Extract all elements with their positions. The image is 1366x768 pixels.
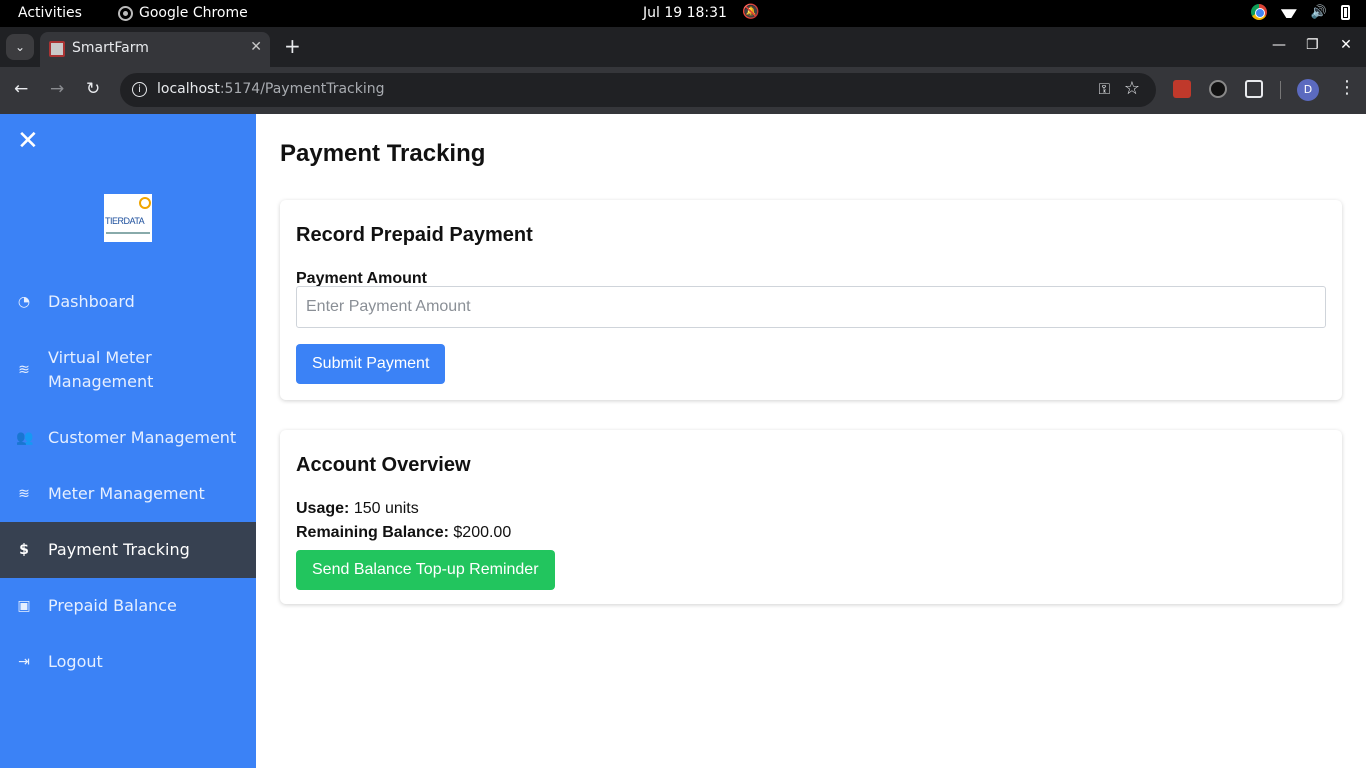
- profile-avatar[interactable]: D: [1297, 79, 1319, 101]
- app-name: Google Chrome: [139, 5, 248, 21]
- sidebar-item-virtual-meter-management[interactable]: ≋ Virtual Meter Management: [0, 346, 256, 394]
- toolbar-divider: [1280, 81, 1281, 99]
- site-info-icon[interactable]: i: [132, 82, 147, 97]
- dashboard-gauge-icon: ◔: [17, 294, 31, 310]
- main-content: Payment Tracking Record Prepaid Payment …: [256, 114, 1366, 768]
- sign-out-icon: ⇥: [18, 654, 30, 670]
- sidebar-item-logout[interactable]: ⇥ Logout: [0, 650, 256, 674]
- waves-icon: ≋: [18, 486, 30, 502]
- browser-tab-smartfarm[interactable]: SmartFarm ✕: [40, 32, 270, 67]
- sidebar-item-label: Virtual Meter: [48, 348, 152, 367]
- extension-red-icon[interactable]: [1173, 80, 1191, 98]
- sidebar-close-icon[interactable]: ✕: [17, 128, 39, 154]
- volume-icon: 🔊: [1310, 4, 1327, 20]
- app-menu[interactable]: Google Chrome: [118, 5, 248, 21]
- account-overview-card: Account Overview Usage: 150 units Remain…: [280, 430, 1342, 604]
- reload-icon[interactable]: ↻: [86, 79, 100, 99]
- back-arrow-icon[interactable]: ←: [14, 79, 28, 99]
- extensions-puzzle-icon[interactable]: [1245, 80, 1263, 98]
- browser-tab-strip: ⌄ SmartFarm ✕ + — ❐ ✕: [0, 27, 1366, 67]
- logo-text: TIERDATA: [105, 216, 145, 226]
- chrome-app-icon: [118, 5, 133, 21]
- sidebar-item-label: Payment Tracking: [48, 540, 190, 559]
- card-heading: Record Prepaid Payment: [296, 224, 533, 246]
- users-icon: 👥: [16, 430, 34, 446]
- sidebar-item-dashboard[interactable]: ◔ Dashboard: [0, 290, 256, 314]
- card-heading: Account Overview: [296, 454, 471, 476]
- sidebar-item-prepaid-balance[interactable]: ▣ Prepaid Balance: [0, 594, 256, 618]
- chrome-menu-icon[interactable]: ⋮: [1338, 77, 1356, 98]
- sidebar-item-meter-management[interactable]: ≋ Meter Management: [0, 482, 256, 506]
- remaining-balance-label: Remaining Balance:: [296, 524, 449, 541]
- sidebar-item-label: Prepaid Balance: [48, 596, 177, 615]
- url-text[interactable]: localhost:5174/PaymentTracking: [157, 81, 384, 97]
- bookmark-star-icon[interactable]: ☆: [1124, 78, 1140, 99]
- wifi-icon: [1281, 6, 1297, 18]
- sidebar-item-payment-tracking[interactable]: $ Payment Tracking: [0, 522, 256, 578]
- system-top-bar: Activities Google Chrome Jul 19 18:31 🔕 …: [0, 0, 1366, 27]
- logo-emblem: [139, 197, 151, 209]
- sidebar: ✕ TIERDATA ◔ Dashboard ≋ Virtual Meter M…: [0, 114, 256, 768]
- tierdata-logo: TIERDATA: [104, 194, 152, 242]
- waves-icon: ≋: [18, 362, 30, 378]
- submit-payment-button[interactable]: Submit Payment: [296, 344, 446, 384]
- remaining-balance-value: $200.00: [453, 524, 512, 541]
- tab-search-button[interactable]: ⌄: [6, 34, 34, 60]
- forward-arrow-icon[interactable]: →: [50, 79, 64, 99]
- password-key-icon[interactable]: ⚿: [1099, 80, 1110, 98]
- usage-value: 150 units: [353, 500, 419, 517]
- money-bill-icon: ▣: [17, 598, 31, 614]
- payment-amount-input[interactable]: [296, 286, 1326, 328]
- minimize-icon[interactable]: —: [1272, 37, 1286, 53]
- clock[interactable]: Jul 19 18:31: [643, 5, 727, 21]
- page-title: Payment Tracking: [280, 140, 486, 167]
- sidebar-item-customer-management[interactable]: 👥 Customer Management: [0, 426, 256, 450]
- window-controls: — ❐ ✕: [1272, 37, 1352, 53]
- usage-label: Usage:: [296, 500, 350, 517]
- address-bar[interactable]: i localhost:5174/PaymentTracking ⚿ ☆: [120, 73, 1156, 107]
- tab-favicon-icon: [49, 41, 65, 57]
- activities-button[interactable]: Activities: [18, 5, 82, 21]
- send-reminder-button[interactable]: Send Balance Top-up Reminder: [296, 550, 555, 590]
- sidebar-item-label: Meter Management: [48, 484, 205, 503]
- browser-toolbar: ← → ↻ i localhost:5174/PaymentTracking ⚿…: [0, 67, 1366, 114]
- tab-close-icon[interactable]: ✕: [250, 39, 262, 55]
- battery-icon: [1341, 4, 1350, 20]
- sidebar-item-label: Customer Management: [48, 428, 237, 447]
- new-tab-button[interactable]: +: [284, 36, 301, 56]
- sidebar-item-label: Logout: [48, 652, 103, 671]
- chrome-tray-icon[interactable]: [1250, 4, 1267, 20]
- logo-tagline: [106, 232, 150, 234]
- usage-stat: Usage: 150 units: [296, 500, 419, 518]
- restore-icon[interactable]: ❐: [1306, 37, 1319, 53]
- extension-dark-icon[interactable]: [1209, 80, 1227, 98]
- sidebar-item-label: Dashboard: [48, 292, 135, 311]
- system-tray[interactable]: 🔊: [1250, 4, 1350, 20]
- remaining-balance-stat: Remaining Balance: $200.00: [296, 524, 511, 542]
- notifications-muted-icon: 🔕: [742, 4, 760, 20]
- sidebar-item-label-line2: Management: [48, 372, 154, 391]
- close-window-icon[interactable]: ✕: [1340, 37, 1352, 53]
- tab-title: SmartFarm: [72, 40, 149, 56]
- dollar-icon: $: [19, 542, 29, 558]
